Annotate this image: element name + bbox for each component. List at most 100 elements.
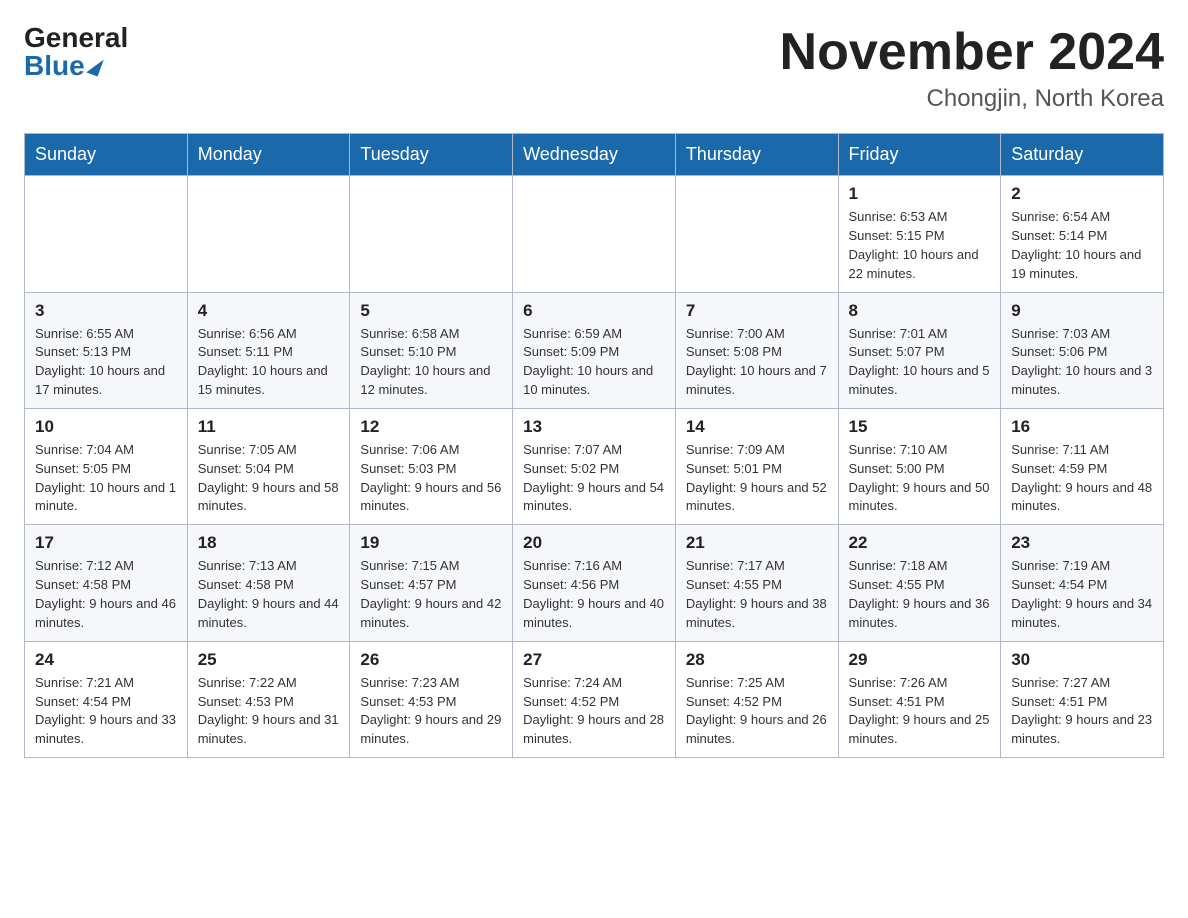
day-info: Sunrise: 7:10 AMSunset: 5:00 PMDaylight:… [849, 441, 991, 516]
day-info: Sunrise: 7:19 AMSunset: 4:54 PMDaylight:… [1011, 557, 1153, 632]
location-title: Chongjin, North Korea [780, 85, 1164, 113]
calendar-cell: 2 Sunrise: 6:54 AMSunset: 5:14 PMDaylight… [1001, 176, 1164, 292]
day-info: Sunrise: 7:21 AMSunset: 4:54 PMDaylight:… [35, 674, 177, 749]
calendar-week-5: 24 Sunrise: 7:21 AMSunset: 4:54 PMDayligh… [25, 641, 1164, 757]
calendar-cell: 14 Sunrise: 7:09 AMSunset: 5:01 PMDayligh… [675, 408, 838, 524]
calendar-cell [350, 176, 513, 292]
calendar-cell: 8 Sunrise: 7:01 AMSunset: 5:07 PMDaylight… [838, 292, 1001, 408]
day-number: 9 [1011, 301, 1153, 321]
page-header: General Blue November 2024 Chongjin, Nor… [24, 24, 1164, 113]
day-number: 3 [35, 301, 177, 321]
day-info: Sunrise: 7:16 AMSunset: 4:56 PMDaylight:… [523, 557, 665, 632]
calendar-cell: 13 Sunrise: 7:07 AMSunset: 5:02 PMDayligh… [513, 408, 676, 524]
calendar-cell: 1Sunrise: 6:53 AMSunset: 5:15 PMDaylight… [838, 176, 1001, 292]
day-info: Sunrise: 6:58 AMSunset: 5:10 PMDaylight:… [360, 325, 502, 400]
day-number: 24 [35, 650, 177, 670]
calendar-cell: 19 Sunrise: 7:15 AMSunset: 4:57 PMDayligh… [350, 525, 513, 641]
calendar-cell: 4Sunrise: 6:56 AMSunset: 5:11 PMDaylight… [187, 292, 350, 408]
day-info: Sunrise: 7:09 AMSunset: 5:01 PMDaylight:… [686, 441, 828, 516]
weekday-header-monday: Monday [187, 134, 350, 176]
day-info: Sunrise: 7:04 AMSunset: 5:05 PMDaylight:… [35, 441, 177, 516]
day-info: Sunrise: 7:27 AMSunset: 4:51 PMDaylight:… [1011, 674, 1153, 749]
day-info: Sunrise: 7:12 AMSunset: 4:58 PMDaylight:… [35, 557, 177, 632]
calendar-cell [25, 176, 188, 292]
calendar-cell: 15 Sunrise: 7:10 AMSunset: 5:00 PMDayligh… [838, 408, 1001, 524]
day-number: 25 [198, 650, 340, 670]
calendar-week-1: 1Sunrise: 6:53 AMSunset: 5:15 PMDaylight… [25, 176, 1164, 292]
day-number: 16 [1011, 417, 1153, 437]
day-info: Sunrise: 7:26 AMSunset: 4:51 PMDaylight:… [849, 674, 991, 749]
logo-blue-text: Blue [24, 52, 101, 80]
weekday-header-sunday: Sunday [25, 134, 188, 176]
day-info: Sunrise: 6:59 AMSunset: 5:09 PMDaylight:… [523, 325, 665, 400]
calendar-cell: 18Sunrise: 7:13 AMSunset: 4:58 PMDayligh… [187, 525, 350, 641]
day-number: 14 [686, 417, 828, 437]
day-number: 7 [686, 301, 828, 321]
calendar-week-3: 10 Sunrise: 7:04 AMSunset: 5:05 PMDayligh… [25, 408, 1164, 524]
day-number: 27 [523, 650, 665, 670]
calendar-week-2: 3Sunrise: 6:55 AMSunset: 5:13 PMDaylight… [25, 292, 1164, 408]
day-number: 10 [35, 417, 177, 437]
calendar-cell: 27Sunrise: 7:24 AMSunset: 4:52 PMDayligh… [513, 641, 676, 757]
day-number: 15 [849, 417, 991, 437]
calendar-cell: 3Sunrise: 6:55 AMSunset: 5:13 PMDaylight… [25, 292, 188, 408]
day-info: Sunrise: 6:54 AMSunset: 5:14 PMDaylight:… [1011, 208, 1153, 283]
day-info: Sunrise: 7:11 AMSunset: 4:59 PMDaylight:… [1011, 441, 1153, 516]
day-number: 1 [849, 184, 991, 204]
calendar-cell: 17 Sunrise: 7:12 AMSunset: 4:58 PMDayligh… [25, 525, 188, 641]
calendar-cell: 26 Sunrise: 7:23 AMSunset: 4:53 PMDayligh… [350, 641, 513, 757]
day-number: 17 [35, 533, 177, 553]
day-info: Sunrise: 7:23 AMSunset: 4:53 PMDaylight:… [360, 674, 502, 749]
calendar-cell: 16 Sunrise: 7:11 AMSunset: 4:59 PMDayligh… [1001, 408, 1164, 524]
day-number: 6 [523, 301, 665, 321]
calendar-cell [513, 176, 676, 292]
logo-triangle-icon [86, 55, 103, 76]
logo-general-text: General [24, 24, 128, 52]
day-number: 20 [523, 533, 665, 553]
calendar-cell: 6 Sunrise: 6:59 AMSunset: 5:09 PMDaylight… [513, 292, 676, 408]
day-info: Sunrise: 7:25 AMSunset: 4:52 PMDaylight:… [686, 674, 828, 749]
day-info: Sunrise: 6:56 AMSunset: 5:11 PMDaylight:… [198, 325, 340, 400]
day-info: Sunrise: 7:17 AMSunset: 4:55 PMDaylight:… [686, 557, 828, 632]
day-info: Sunrise: 7:15 AMSunset: 4:57 PMDaylight:… [360, 557, 502, 632]
weekday-header-thursday: Thursday [675, 134, 838, 176]
day-info: Sunrise: 7:05 AMSunset: 5:04 PMDaylight:… [198, 441, 340, 516]
day-number: 8 [849, 301, 991, 321]
calendar-cell: 10 Sunrise: 7:04 AMSunset: 5:05 PMDayligh… [25, 408, 188, 524]
day-info: Sunrise: 7:07 AMSunset: 5:02 PMDaylight:… [523, 441, 665, 516]
calendar-cell: 9 Sunrise: 7:03 AMSunset: 5:06 PMDaylight… [1001, 292, 1164, 408]
calendar-cell: 21 Sunrise: 7:17 AMSunset: 4:55 PMDayligh… [675, 525, 838, 641]
day-number: 21 [686, 533, 828, 553]
calendar-week-4: 17 Sunrise: 7:12 AMSunset: 4:58 PMDayligh… [25, 525, 1164, 641]
calendar-cell: 11 Sunrise: 7:05 AMSunset: 5:04 PMDayligh… [187, 408, 350, 524]
day-number: 22 [849, 533, 991, 553]
day-info: Sunrise: 7:22 AMSunset: 4:53 PMDaylight:… [198, 674, 340, 749]
day-number: 26 [360, 650, 502, 670]
calendar-cell: 24 Sunrise: 7:21 AMSunset: 4:54 PMDayligh… [25, 641, 188, 757]
day-info: Sunrise: 7:00 AMSunset: 5:08 PMDaylight:… [686, 325, 828, 400]
calendar-cell: 23Sunrise: 7:19 AMSunset: 4:54 PMDayligh… [1001, 525, 1164, 641]
day-number: 11 [198, 417, 340, 437]
day-number: 2 [1011, 184, 1153, 204]
weekday-header-saturday: Saturday [1001, 134, 1164, 176]
day-number: 13 [523, 417, 665, 437]
month-year-title: November 2024 [780, 24, 1164, 81]
weekday-header-row: SundayMondayTuesdayWednesdayThursdayFrid… [25, 134, 1164, 176]
day-number: 19 [360, 533, 502, 553]
logo: General Blue [24, 24, 128, 80]
day-info: Sunrise: 7:01 AMSunset: 5:07 PMDaylight:… [849, 325, 991, 400]
day-number: 5 [360, 301, 502, 321]
calendar-cell: 20 Sunrise: 7:16 AMSunset: 4:56 PMDayligh… [513, 525, 676, 641]
calendar-cell [675, 176, 838, 292]
day-number: 29 [849, 650, 991, 670]
calendar-cell: 29 Sunrise: 7:26 AMSunset: 4:51 PMDayligh… [838, 641, 1001, 757]
day-number: 18 [198, 533, 340, 553]
calendar-cell: 22 Sunrise: 7:18 AMSunset: 4:55 PMDayligh… [838, 525, 1001, 641]
weekday-header-friday: Friday [838, 134, 1001, 176]
day-info: Sunrise: 7:18 AMSunset: 4:55 PMDaylight:… [849, 557, 991, 632]
calendar-cell [187, 176, 350, 292]
day-info: Sunrise: 7:03 AMSunset: 5:06 PMDaylight:… [1011, 325, 1153, 400]
calendar-cell: 30Sunrise: 7:27 AMSunset: 4:51 PMDayligh… [1001, 641, 1164, 757]
calendar-table: SundayMondayTuesdayWednesdayThursdayFrid… [24, 133, 1164, 758]
calendar-cell: 5 Sunrise: 6:58 AMSunset: 5:10 PMDaylight… [350, 292, 513, 408]
